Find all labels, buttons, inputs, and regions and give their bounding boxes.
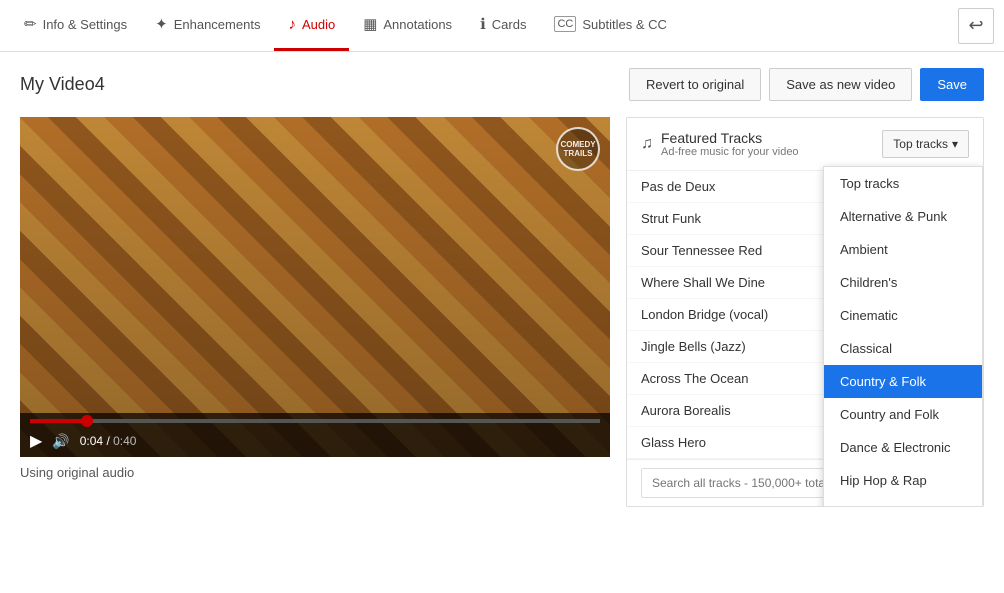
save-button[interactable]: Save <box>920 68 984 101</box>
tracks-header-text: Featured Tracks Ad-free music for your v… <box>661 130 882 158</box>
tab-info[interactable]: ✏ Info & Settings <box>10 0 141 51</box>
page-content: My Video4 Revert to original Save as new… <box>0 52 1004 523</box>
dropdown-item[interactable]: Country and Folk <box>824 398 982 431</box>
dropdown-label: Top tracks <box>893 137 948 151</box>
revert-button[interactable]: Revert to original <box>629 68 761 101</box>
tab-subtitles-label: Subtitles & CC <box>582 17 667 32</box>
video-content: COMEDYTRAILS <box>20 117 610 457</box>
info-icon: ℹ <box>480 15 486 33</box>
audio-status: Using original audio <box>20 465 610 480</box>
tracks-subtitle: Ad-free music for your video <box>661 146 882 158</box>
save-new-button[interactable]: Save as new video <box>769 68 912 101</box>
page-title: My Video4 <box>20 74 629 95</box>
tab-enhancements[interactable]: ✦ Enhancements <box>141 0 274 51</box>
tab-annotations[interactable]: ▦ Annotations <box>349 0 466 51</box>
tab-audio-label: Audio <box>302 17 335 32</box>
dropdown-item[interactable]: Children's <box>824 266 982 299</box>
dropdown-item[interactable]: Holiday <box>824 497 982 507</box>
music-note-icon: ♫ <box>641 135 653 153</box>
dropdown-item[interactable]: Alternative & Punk <box>824 200 982 233</box>
page-header: My Video4 Revert to original Save as new… <box>20 68 984 101</box>
chevron-down-icon: ▾ <box>952 137 958 151</box>
video-player[interactable]: COMEDYTRAILS ▶ 🔊 0:04 / 0:40 <box>20 117 610 457</box>
play-button[interactable]: ▶ <box>30 431 42 451</box>
genre-dropdown-menu: Top tracksAlternative & PunkAmbientChild… <box>823 166 983 507</box>
tracks-panel: ♫ Featured Tracks Ad-free music for your… <box>626 117 984 507</box>
cc-icon: CC <box>554 16 576 32</box>
total-time: 0:40 <box>113 434 136 448</box>
video-background: COMEDYTRAILS <box>20 117 610 457</box>
current-time: 0:04 <box>80 434 103 448</box>
time-display: 0:04 / 0:40 <box>80 434 137 448</box>
main-layout: COMEDYTRAILS ▶ 🔊 0:04 / 0:40 <box>20 117 984 507</box>
genre-dropdown-button[interactable]: Top tracks ▾ <box>882 130 969 158</box>
dropdown-item[interactable]: Classical <box>824 332 982 365</box>
controls-row: ▶ 🔊 0:04 / 0:40 <box>30 431 600 451</box>
video-controls: ▶ 🔊 0:04 / 0:40 <box>20 413 610 457</box>
dropdown-item[interactable]: Hip Hop & Rap <box>824 464 982 497</box>
progress-bar[interactable] <box>30 419 600 423</box>
dropdown-item[interactable]: Cinematic <box>824 299 982 332</box>
tab-cards-label: Cards <box>492 17 527 32</box>
dropdown-item[interactable]: Top tracks <box>824 167 982 200</box>
progress-thumb <box>81 415 93 427</box>
comedy-logo: COMEDYTRAILS <box>556 127 600 171</box>
tab-subtitles[interactable]: CC Subtitles & CC <box>540 0 680 51</box>
dropdown-item[interactable]: Dance & Electronic <box>824 431 982 464</box>
tracks-title: Featured Tracks <box>661 130 882 146</box>
header-actions: Revert to original Save as new video Sav… <box>629 68 984 101</box>
sparkle-icon: ✦ <box>155 15 168 33</box>
tab-annotations-label: Annotations <box>383 17 452 32</box>
tracks-header: ♫ Featured Tracks Ad-free music for your… <box>627 118 983 171</box>
progress-fill <box>30 419 87 423</box>
dropdown-item[interactable]: Country & Folk <box>824 365 982 398</box>
volume-button[interactable]: 🔊 <box>52 433 69 450</box>
dropdown-item[interactable]: Ambient <box>824 233 982 266</box>
music-icon: ♪ <box>288 16 296 33</box>
tab-audio[interactable]: ♪ Audio <box>274 0 349 51</box>
video-panel: COMEDYTRAILS ▶ 🔊 0:04 / 0:40 <box>20 117 610 507</box>
annotation-icon: ▦ <box>363 15 377 33</box>
tab-cards[interactable]: ℹ Cards <box>466 0 540 51</box>
back-button[interactable]: ↩ <box>958 8 994 44</box>
tab-enhancements-label: Enhancements <box>174 17 261 32</box>
pencil-icon: ✏ <box>24 15 37 33</box>
back-icon: ↩ <box>968 15 983 36</box>
tab-info-label: Info & Settings <box>43 17 128 32</box>
top-navigation: ✏ Info & Settings ✦ Enhancements ♪ Audio… <box>0 0 1004 52</box>
